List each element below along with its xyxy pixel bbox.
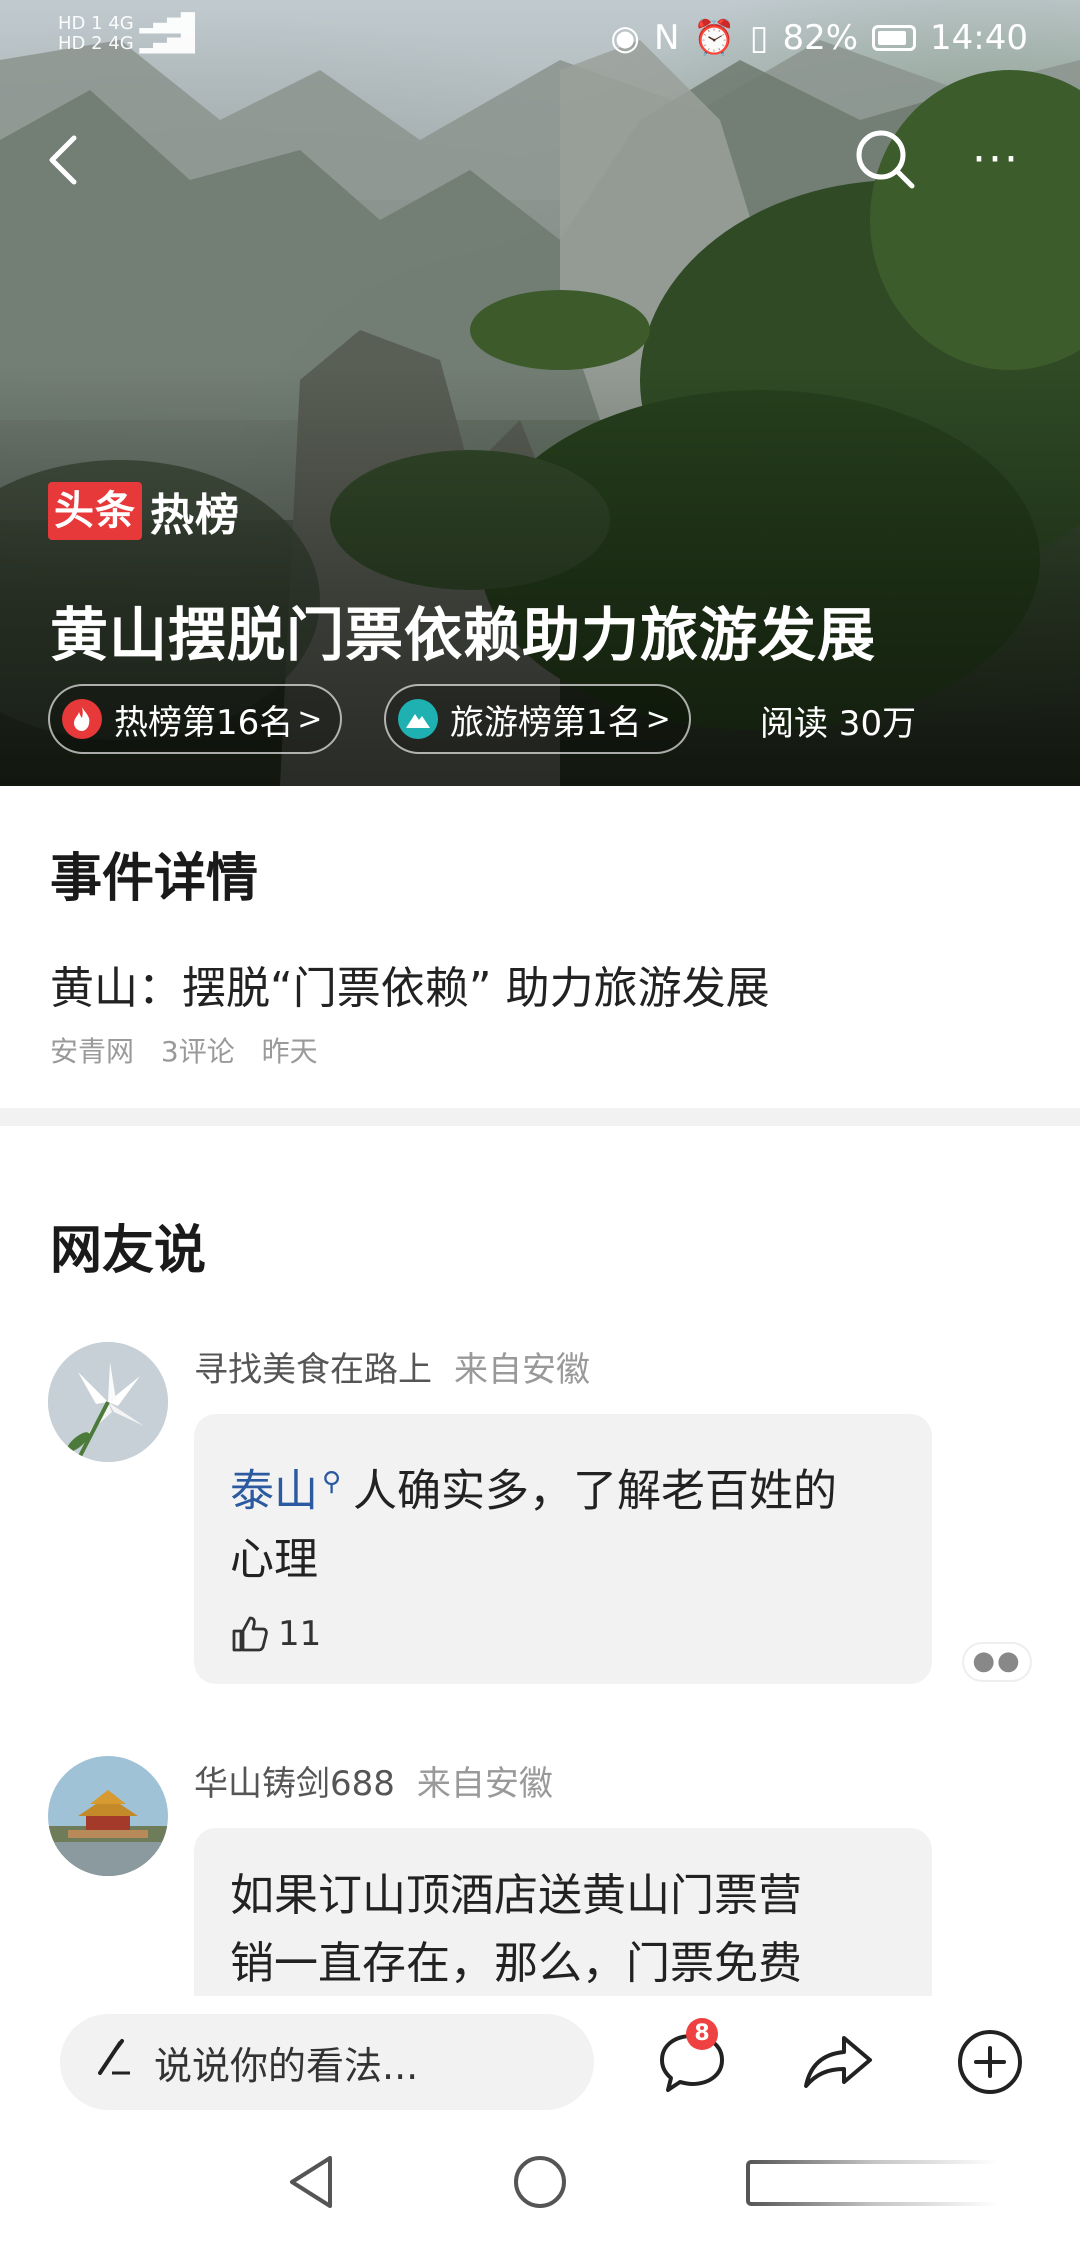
sim1-label: HD 1	[58, 13, 103, 34]
comment-username[interactable]: 华山铸剑688	[194, 1764, 395, 1804]
more-dots-icon: ···	[972, 134, 1020, 185]
comment-location: 来自安徽	[454, 1350, 590, 1390]
lily-avatar-image	[48, 1342, 168, 1462]
event-headline-link[interactable]: 黄山：摆脱“门票依赖” 助力旅游发展	[50, 952, 770, 1016]
clock: 14:40	[930, 18, 1028, 58]
avatar[interactable]	[48, 1756, 168, 1876]
nav-recent-icon	[746, 2160, 1000, 2206]
comment-text-line1: 人确实多，了解老百姓的	[353, 1465, 838, 1517]
eye-icon: ◉	[610, 18, 640, 58]
fire-icon	[62, 699, 102, 739]
nav-back-button[interactable]	[286, 2154, 336, 2214]
more-dots-icon: ●●	[972, 1646, 1022, 1676]
chip-label: 旅游榜第1名	[450, 702, 642, 743]
keyword-link[interactable]: 泰山	[230, 1466, 318, 1517]
brand-red-label: 头条	[48, 482, 142, 540]
alarm-icon: ⏰	[693, 18, 736, 58]
chevron-left-icon	[49, 135, 77, 185]
brand-white-label: 热榜	[150, 490, 240, 541]
add-button[interactable]	[952, 2024, 1028, 2100]
network2-label: 4G	[108, 33, 134, 54]
comment-text: 泰山 ⚲ 人确实多，了解老百姓的 心理	[230, 1448, 910, 1594]
sim-indicators: HD 1 4G ▂▄▆█ HD 2 4G ▂▄▆█	[58, 13, 195, 54]
like-count: 11	[278, 1614, 322, 1654]
avatar[interactable]	[48, 1342, 168, 1462]
nav-home-icon	[514, 2156, 566, 2208]
event-meta: 安青网 3评论 昨天	[50, 1030, 336, 1070]
share-button[interactable]	[800, 2024, 876, 2100]
system-nav-bar	[0, 2124, 1080, 2244]
comment-text: 如果订山顶酒店送黄山门票营 销一直存在，那么，门票免费	[230, 1862, 910, 1998]
section-divider	[0, 1108, 1080, 1126]
nfc-icon: N	[653, 18, 680, 58]
comment-user-line: 华山铸剑688 来自安徽	[194, 1756, 553, 1805]
comment-bubble[interactable]: 泰山 ⚲ 人确实多，了解老百姓的 心理 11	[194, 1414, 932, 1684]
event-section-title: 事件详情	[50, 849, 259, 909]
share-icon	[804, 2036, 872, 2088]
keyword-search-icon: ⚲	[322, 1467, 342, 1497]
event-comment-count: 3评论	[160, 1035, 235, 1068]
pen-icon	[94, 2037, 134, 2087]
comment-more-button[interactable]: ●●	[962, 1642, 1032, 1682]
mountain-icon	[398, 699, 438, 739]
netizens-section-title: 网友说	[50, 1221, 207, 1281]
thumbs-up-icon	[232, 1616, 268, 1652]
page-title: 黄山摆脱门票依赖助力旅游发展	[50, 601, 877, 669]
sim2-label: HD 2	[58, 33, 103, 54]
chip-label: 热榜第16名	[114, 702, 294, 743]
back-button[interactable]	[40, 130, 90, 190]
comment-text-line1: 如果订山顶酒店送黄山门票营	[230, 1870, 802, 1921]
nav-back-icon	[290, 2156, 332, 2208]
bottom-action-bar: 说说你的看法... 8	[0, 1996, 1080, 2124]
event-source: 安青网	[50, 1035, 135, 1068]
comment-text-line2: 心理	[230, 1533, 318, 1585]
read-count: 阅读 30万	[760, 704, 917, 744]
event-time: 昨天	[261, 1035, 318, 1068]
status-bar: HD 1 4G ▂▄▆█ HD 2 4G ▂▄▆█ ◉ N ⏰ ▯ 82% 14…	[0, 0, 1080, 80]
status-right: ◉ N ⏰ ▯ 82% 14:40	[610, 18, 1028, 58]
more-button[interactable]: ···	[972, 138, 1042, 182]
comment-count-badge: 8	[686, 2018, 718, 2050]
comment-input-placeholder: 说说你的看法...	[154, 2043, 419, 2088]
nav-home-button[interactable]	[512, 2154, 568, 2214]
chevron-right-icon: >	[297, 701, 323, 737]
comment-text-line2: 销一直存在，那么，门票免费	[230, 1938, 802, 1989]
travel-rank-chip[interactable]: 旅游榜第1名 >	[384, 684, 691, 754]
comment-username[interactable]: 寻找美食在路上	[194, 1350, 432, 1390]
toutiao-hotlist-logo: 头条 热榜	[48, 480, 240, 542]
palace-avatar-image	[48, 1756, 168, 1876]
chevron-right-icon: >	[645, 701, 671, 737]
battery-icon	[872, 25, 917, 51]
search-icon	[856, 130, 915, 189]
like-button[interactable]: 11	[230, 1614, 321, 1654]
comment-location: 来自安徽	[416, 1764, 553, 1804]
vibrate-icon: ▯	[749, 18, 769, 58]
comment-input[interactable]: 说说你的看法...	[60, 2014, 594, 2110]
search-button[interactable]	[852, 126, 918, 192]
hotlist-rank-chip[interactable]: 热榜第16名 >	[48, 684, 343, 754]
nav-recent-button[interactable]	[744, 2158, 1004, 2212]
add-icon	[958, 2030, 1022, 2094]
comment-user-line: 寻找美食在路上 来自安徽	[194, 1342, 590, 1391]
battery-percent: 82%	[782, 18, 859, 58]
network1-label: 4G	[108, 13, 134, 34]
